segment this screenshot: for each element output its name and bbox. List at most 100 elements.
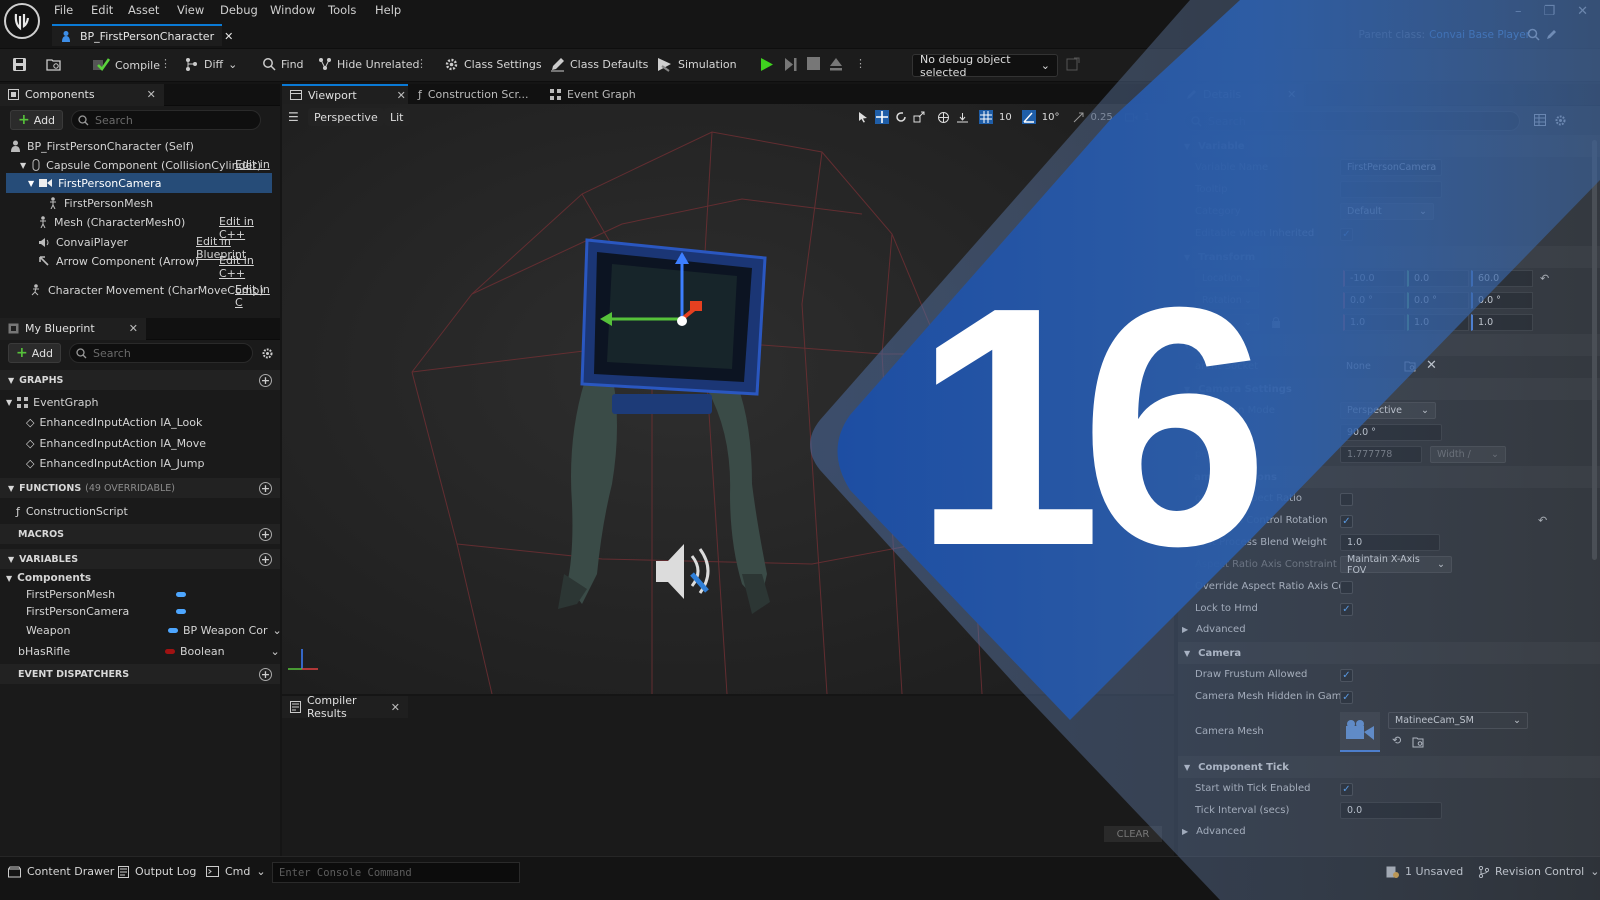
- variable-section[interactable]: ▼ Variable: [1178, 135, 1600, 157]
- camera-speed-value[interactable]: 1: [1144, 112, 1150, 123]
- variables-section[interactable]: ▼ VARIABLES +: [0, 549, 280, 569]
- component-tick-section[interactable]: ▼ Component Tick: [1178, 756, 1600, 778]
- close-tab-icon[interactable]: ✕: [391, 701, 400, 714]
- eject-icon[interactable]: [829, 57, 843, 71]
- blueprint-search-input[interactable]: Search: [69, 343, 254, 363]
- projection-mode-select[interactable]: Perspective ⌄: [1340, 402, 1436, 419]
- settings-gear-icon[interactable]: [1554, 114, 1567, 127]
- hamburger-menu-icon[interactable]: ☰: [288, 110, 299, 124]
- add-variable-icon[interactable]: +: [259, 552, 272, 566]
- output-log-button[interactable]: Output Log: [118, 865, 196, 878]
- variable-row[interactable]: FirstPersonCamera: [26, 601, 129, 621]
- grid-size-value[interactable]: 10: [999, 112, 1012, 123]
- compiler-results-tab[interactable]: Compiler Results ✕: [282, 694, 408, 720]
- compile-button[interactable]: Compile: [92, 57, 160, 73]
- play-options-icon[interactable]: ⋮: [855, 57, 866, 70]
- asset-tab[interactable]: BP_FirstPersonCharacter ✕: [52, 24, 233, 46]
- location-y[interactable]: 0.0: [1407, 270, 1469, 287]
- details-scrollbar[interactable]: [1592, 140, 1597, 560]
- variable-row[interactable]: Weapon: [26, 620, 70, 640]
- close-window-icon[interactable]: ✕: [1577, 4, 1588, 19]
- menu-view[interactable]: View: [177, 3, 204, 17]
- functions-section[interactable]: ▼ FUNCTIONS (49 OVERRIDABLE) +: [0, 478, 280, 498]
- settings-gear-icon[interactable]: [261, 347, 274, 360]
- location-x[interactable]: -10.0: [1343, 270, 1405, 287]
- restore-icon[interactable]: ❐: [1543, 4, 1555, 19]
- clear-socket-icon[interactable]: ✕: [1426, 358, 1437, 373]
- tree-item[interactable]: Arrow Component (Arrow): [38, 251, 199, 271]
- simulation-button[interactable]: Simulation: [657, 57, 737, 72]
- tree-root[interactable]: BP_FirstPersonCharacter (Self): [10, 136, 194, 156]
- table-view-icon[interactable]: [1534, 114, 1546, 126]
- menu-tools[interactable]: Tools: [328, 3, 356, 17]
- browse-icon[interactable]: [46, 57, 62, 72]
- scale-z[interactable]: 1.0: [1471, 314, 1533, 331]
- camera-mesh-thumbnail[interactable]: [1340, 712, 1380, 752]
- menu-help[interactable]: Help: [375, 3, 401, 17]
- advanced-expander[interactable]: ▶ Advanced: [1182, 826, 1246, 837]
- close-tab-icon[interactable]: ✕: [224, 30, 233, 43]
- close-panel-icon[interactable]: ✕: [1287, 88, 1296, 101]
- angle-snap-value[interactable]: 10°: [1042, 112, 1060, 123]
- draw-frustum-checkbox[interactable]: ✓: [1340, 669, 1353, 682]
- add-member-button[interactable]: + Add: [8, 343, 62, 363]
- constrain-aspect-checkbox[interactable]: [1340, 493, 1353, 506]
- tab-event-graph[interactable]: Event Graph: [550, 88, 636, 101]
- variable-type[interactable]: Boolean ⌄: [165, 641, 280, 661]
- variable-type[interactable]: BP Weapon Cor ⌄: [168, 620, 282, 640]
- add-graph-icon[interactable]: +: [259, 373, 272, 387]
- add-component-button[interactable]: + Add: [10, 110, 64, 130]
- aspect-ratio-field[interactable]: 1.777778: [1340, 446, 1422, 463]
- content-drawer-button[interactable]: Content Drawer: [8, 865, 114, 878]
- reset-arrow-icon[interactable]: ↶: [1540, 272, 1549, 285]
- lit-button[interactable]: Lit: [384, 108, 410, 126]
- scale-icon[interactable]: [913, 111, 925, 123]
- step-icon[interactable]: [784, 57, 798, 72]
- editable-inherited-checkbox[interactable]: ✓: [1340, 228, 1353, 241]
- tree-item[interactable]: FirstPersonMesh: [48, 193, 153, 213]
- fov-field[interactable]: 90.0 °: [1340, 424, 1442, 441]
- event-dispatchers-section[interactable]: EVENT DISPATCHERS +: [0, 664, 280, 684]
- tooltip-field[interactable]: [1340, 181, 1442, 198]
- override-axis-checkbox[interactable]: [1340, 581, 1353, 594]
- axis-constraint-select[interactable]: Maintain X-Axis FOV ⌄: [1340, 554, 1452, 576]
- close-panel-icon[interactable]: ✕: [147, 88, 156, 101]
- rotation-y[interactable]: 0.0 °: [1407, 292, 1469, 309]
- unreal-logo-icon[interactable]: [4, 3, 40, 39]
- advanced-expander[interactable]: ▶ Advanced: [1182, 624, 1246, 635]
- tree-item[interactable]: Mesh (CharacterMesh0): [38, 212, 185, 232]
- select-mode-icon[interactable]: [857, 111, 869, 123]
- edit-in-cpp-link[interactable]: Edit in C: [235, 283, 280, 309]
- add-function-icon[interactable]: +: [259, 481, 272, 495]
- perspective-button[interactable]: Perspective: [308, 108, 384, 126]
- parent-class-link[interactable]: Convai Base Player: [1429, 29, 1530, 41]
- aspect-width-select[interactable]: Width / ⌄: [1430, 446, 1506, 463]
- close-panel-icon[interactable]: ✕: [129, 322, 138, 335]
- add-macro-icon[interactable]: +: [259, 527, 272, 541]
- scale-snap-value[interactable]: 0.25: [1090, 112, 1112, 123]
- camera-mesh-select[interactable]: MatineeCam_SM ⌄: [1388, 712, 1528, 729]
- menu-asset[interactable]: Asset: [128, 3, 159, 17]
- macros-section[interactable]: MACROS +: [0, 524, 280, 544]
- tick-interval-field[interactable]: 0.0: [1340, 802, 1442, 819]
- lock-hmd-checkbox[interactable]: ✓: [1340, 603, 1353, 616]
- camera-speed-icon[interactable]: [1124, 112, 1138, 123]
- diff-button[interactable]: Diff ⌄: [184, 57, 237, 72]
- browse-asset-icon[interactable]: [1412, 736, 1424, 748]
- surface-snap-icon[interactable]: [956, 111, 969, 124]
- menu-debug[interactable]: Debug: [220, 3, 258, 17]
- scale-x[interactable]: 1.0: [1343, 314, 1405, 331]
- my-blueprint-tab[interactable]: My Blueprint ✕: [0, 317, 146, 340]
- use-selected-icon[interactable]: ⟲: [1392, 734, 1401, 747]
- tree-item[interactable]: Character Movement (CharMoveComp): [30, 280, 264, 300]
- event-item[interactable]: ◇ EnhancedInputAction IA_Jump: [26, 453, 205, 473]
- clear-button[interactable]: CLEAR: [1104, 826, 1162, 842]
- rotation-x[interactable]: 0.0 °: [1343, 292, 1405, 309]
- save-icon[interactable]: [12, 57, 27, 72]
- class-settings-button[interactable]: Class Settings: [444, 57, 542, 72]
- world-local-icon[interactable]: [937, 111, 950, 124]
- class-defaults-button[interactable]: Class Defaults: [550, 57, 648, 72]
- location-z[interactable]: 60.0: [1471, 270, 1533, 287]
- stop-icon[interactable]: [807, 57, 820, 70]
- reset-arrow-icon[interactable]: ↶: [1538, 514, 1547, 527]
